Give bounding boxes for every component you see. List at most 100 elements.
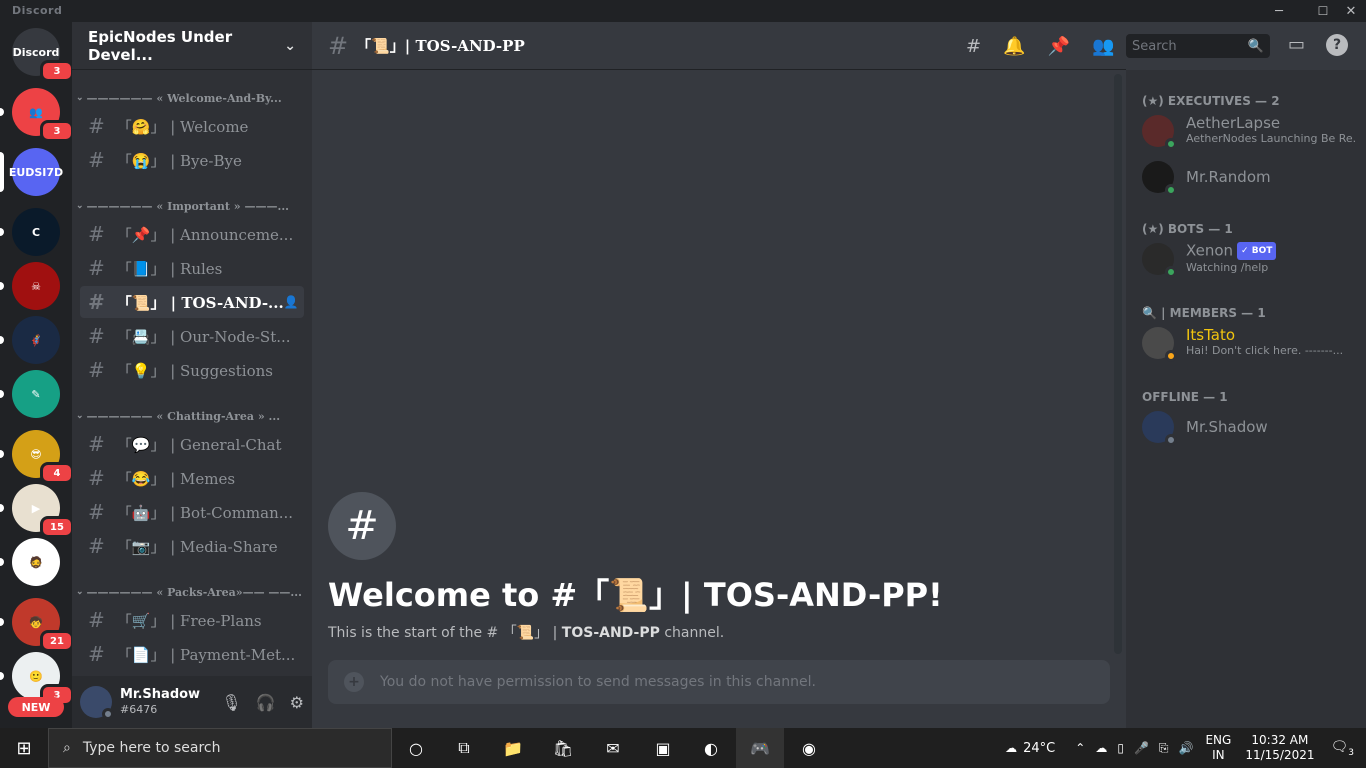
chrome-icon[interactable]: ◉ <box>796 728 822 768</box>
battery-icon[interactable]: ▯ <box>1117 741 1124 755</box>
server-icon[interactable]: C <box>12 208 60 256</box>
bot-tag: ✓ BOT <box>1237 242 1277 260</box>
onedrive-icon[interactable]: ☁ <box>1095 741 1107 755</box>
channel-label: 「📷」 | Media-Share <box>116 537 278 556</box>
member-info: AetherLapse AetherNodes Launching Be Re..… <box>1186 115 1357 147</box>
server-icon[interactable]: ☠ <box>12 262 60 310</box>
channel-item[interactable]: # 「📜」 | TOS-AND-... 👤 <box>80 286 304 318</box>
channel-label: 「🤗」 | Welcome <box>116 117 249 136</box>
minimize-button[interactable]: ─ <box>1264 0 1294 22</box>
server-icon[interactable]: EUDSI7D <box>9 148 63 196</box>
microphone-icon[interactable]: 🎤 <box>1134 741 1149 755</box>
category-header[interactable]: ⌄ —————— « Packs-Area»—— ——... <box>76 582 301 602</box>
network-icon[interactable]: ⎘ <box>1159 741 1169 756</box>
server-icon[interactable]: ✎ <box>12 370 60 418</box>
member-name: Mr.Random <box>1186 169 1271 185</box>
unread-indicator <box>0 558 4 566</box>
scrollbar[interactable] <box>1114 74 1122 654</box>
member-item[interactable]: Mr.Shadow <box>1142 406 1357 448</box>
unread-indicator <box>0 450 4 458</box>
member-list: (★) EXECUTIVES — 2 (★) BOTS — 1 🔍 | MEMBER… <box>1126 22 1366 728</box>
search-input[interactable]: Search 🔍 <box>1126 34 1270 58</box>
avatar <box>1142 327 1177 362</box>
channel-item[interactable]: # 「📘」 | Rules <box>80 252 304 284</box>
member-item[interactable]: AetherLapse AetherNodes Launching Be Re..… <box>1142 110 1357 152</box>
server-icon[interactable]: 🧔 <box>12 538 60 586</box>
mention-badge: 15 <box>40 516 74 538</box>
bell-icon[interactable]: 🔔 <box>1003 36 1025 57</box>
hash-icon: # <box>328 31 349 60</box>
member-name-text: Mr.Random <box>1186 169 1271 185</box>
channel-label: 「📘」 | Rules <box>116 259 223 278</box>
close-button[interactable]: ✕ <box>1336 0 1366 22</box>
store-icon[interactable]: 🛍 <box>550 728 576 768</box>
unread-indicator <box>0 228 4 236</box>
channel-item[interactable]: # 「📇」 | Our-Node-St... <box>80 320 304 352</box>
guild-header[interactable]: EpicNodes Under Devel... ⌄ <box>72 22 312 70</box>
microphone-icon[interactable]: 🎙 <box>221 693 241 712</box>
channel-item[interactable]: # 「💡」 | Suggestions <box>80 354 304 386</box>
channel-label: 「📌」 | Announceme... <box>116 225 294 244</box>
cortana-icon[interactable]: ○ <box>404 728 428 768</box>
channel-item[interactable]: # 「📌」 | Announceme... <box>80 218 304 250</box>
channel-item[interactable]: # 「📄」 | Payment-Met... <box>80 638 304 670</box>
category-header[interactable]: ⌄ —————— « Chatting-Area » ... <box>76 406 301 426</box>
notification-icon[interactable]: 🗨3 <box>1330 739 1354 758</box>
avatar[interactable] <box>80 686 114 720</box>
member-item[interactable]: Xenon ✓ BOT Watching /help <box>1142 238 1357 280</box>
language-indicator[interactable]: ENG IN <box>1205 733 1231 763</box>
taskbar-search[interactable]: ⌕ Type here to search <box>48 728 392 768</box>
hash-icon: # <box>88 642 105 666</box>
clock[interactable]: 10:32 AM 11/15/2021 <box>1245 733 1314 763</box>
category-header[interactable]: ⌄ —————— « Welcome-And-By... <box>76 88 301 108</box>
windows-start-icon[interactable]: ⊞ <box>12 728 36 768</box>
inbox-icon[interactable]: ▭ <box>1288 34 1305 55</box>
channel-item[interactable]: # 「😭」 | Bye-Bye <box>80 144 304 176</box>
threads-icon[interactable]: # <box>966 36 981 57</box>
chevron-down-icon: ⌄ <box>284 37 296 54</box>
search-icon: 🔍 <box>1247 38 1264 54</box>
task-view-icon[interactable]: ⧉ <box>452 728 476 768</box>
user-panel: Mr.Shadow #6476 🎙 🎧 ⚙ <box>72 676 312 728</box>
new-badge-button[interactable]: NEW <box>8 697 64 717</box>
message-composer[interactable]: + You do not have permission to send mes… <box>328 660 1110 704</box>
office-icon[interactable]: ▣ <box>650 728 676 768</box>
app-title: Discord <box>12 4 63 17</box>
channel-item[interactable]: # 「💬」 | General-Chat <box>80 428 304 460</box>
channel-item[interactable]: # 「😂」 | Memes <box>80 462 304 494</box>
channel-title: 「📜」| TOS-AND-PP <box>356 37 525 55</box>
channel-item[interactable]: # 「🤗」 | Welcome <box>80 110 304 142</box>
mail-icon[interactable]: ✉ <box>600 728 626 768</box>
chevron-up-icon[interactable]: ⌃ <box>1075 741 1085 755</box>
member-item[interactable]: ItsTato Hai! Don't click here. -------... <box>1142 322 1357 364</box>
category-header[interactable]: ⌄ —————— « Important » ———... <box>76 196 301 216</box>
server-icon[interactable]: 🦸 <box>12 316 60 364</box>
gear-icon[interactable]: ⚙ <box>290 693 304 712</box>
hash-icon: # <box>88 324 105 348</box>
server-rail: Discord 3 👥 3 EUDSI7D C ☠ 🦸 ✎ 😎 4 ▶ 15 🧔 🧒 21 🙂 3 <box>0 22 74 728</box>
system-tray: ☁ 24°C ⌃ ☁ ▯ 🎤 ⎘ 🔊 ENG IN 10:32 AM 11/15/2… <box>1005 728 1366 768</box>
member-item[interactable]: Mr.Random <box>1142 156 1357 198</box>
header-toolbar: # 🔔 📌 👥 Search 🔍 ▭ ? <box>966 22 1366 70</box>
volume-icon[interactable]: 🔊 <box>1179 741 1194 755</box>
add-user-icon[interactable]: 👤 <box>284 295 299 309</box>
file-explorer-icon[interactable]: 📁 <box>500 728 526 768</box>
edge-icon[interactable]: ◐ <box>698 728 724 768</box>
channel-list: ⌄ —————— « Welcome-And-By... ⌄ —————— « Imp… <box>72 82 312 672</box>
status-indicator <box>1165 350 1177 362</box>
pin-icon[interactable]: 📌 <box>1048 36 1070 57</box>
windows-taskbar: ⊞ ⌕ Type here to search ○ ⧉ 📁 🛍 ✉ ▣ ◐ 🎮 … <box>0 728 1366 768</box>
maximize-button[interactable]: ☐ <box>1308 0 1338 22</box>
channel-item[interactable]: # 「🤖」 | Bot-Comman... <box>80 496 304 528</box>
plus-icon[interactable]: + <box>344 672 364 692</box>
channel-item[interactable]: # 「📷」 | Media-Share <box>80 530 304 562</box>
headphones-icon[interactable]: 🎧 <box>256 693 276 712</box>
discord-taskbar-icon[interactable]: 🎮 <box>736 728 784 768</box>
member-name-text: AetherLapse <box>1186 115 1281 132</box>
channel-item[interactable]: # 「🛒」 | Free-Plans <box>80 604 304 636</box>
hash-icon: # <box>88 148 105 172</box>
members-icon[interactable]: 👥 <box>1092 36 1114 57</box>
weather-temp[interactable]: 24°C <box>1023 741 1055 756</box>
unread-indicator <box>0 390 4 398</box>
help-icon[interactable]: ? <box>1326 34 1348 56</box>
